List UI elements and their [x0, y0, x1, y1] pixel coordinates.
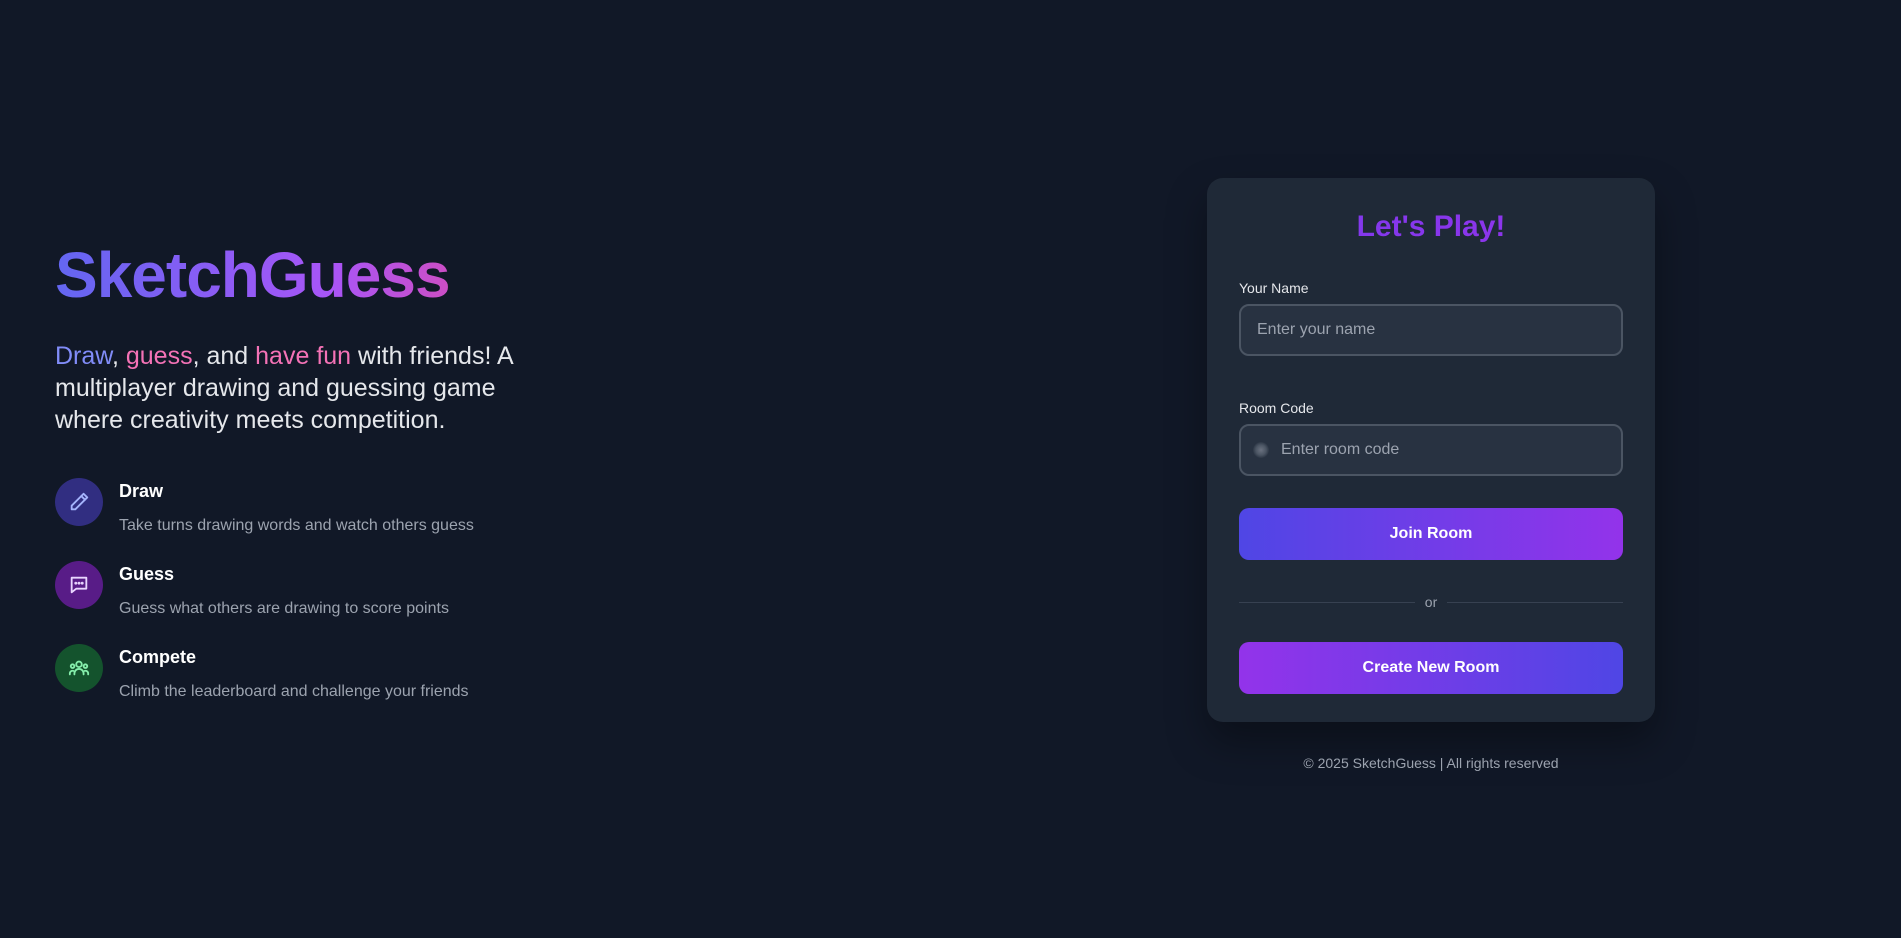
feature-guess: Guess Guess what others are drawing to s…: [55, 561, 555, 618]
tagline-sep2: , and: [192, 342, 256, 371]
landing-page: SketchGuess Draw, guess, and have fun wi…: [0, 0, 1901, 938]
brand-title: SketchGuess: [55, 240, 555, 311]
feature-desc: Climb the leaderboard and challenge your…: [119, 683, 469, 701]
feature-compete: Compete Climb the leaderboard and challe…: [55, 644, 555, 701]
chat-icon: [55, 561, 103, 610]
room-field-group: Room Code: [1239, 400, 1623, 476]
feature-desc: Take turns drawing words and watch other…: [119, 517, 474, 535]
feature-title: Compete: [119, 647, 197, 668]
feature-desc: Guess what others are drawing to score p…: [119, 600, 449, 618]
divider-text: or: [1424, 594, 1438, 610]
tagline-sep1: ,: [111, 342, 126, 371]
name-field-group: Your Name: [1239, 280, 1623, 356]
join-room-button[interactable]: Join Room: [1239, 508, 1623, 560]
card-title: Let's Play!: [1239, 210, 1623, 244]
tagline-guess: guess: [125, 342, 193, 371]
users-icon: [55, 644, 103, 693]
dot-icon: [1253, 442, 1269, 458]
create-room-button[interactable]: Create New Room: [1239, 642, 1623, 694]
feature-draw-text: Draw Take turns drawing words and watch …: [119, 478, 474, 535]
tagline: Draw, guess, and have fun with friends! …: [55, 340, 555, 436]
feature-title: Draw: [119, 481, 164, 502]
feature-compete-text: Compete Climb the leaderboard and challe…: [119, 644, 469, 701]
name-input-wrap: [1239, 304, 1623, 356]
name-label: Your Name: [1239, 280, 1309, 296]
feature-list: Draw Take turns drawing words and watch …: [55, 478, 555, 701]
tagline-fun: have fun: [255, 342, 352, 371]
or-divider: or: [1239, 594, 1623, 610]
hero-section: SketchGuess Draw, guess, and have fun wi…: [55, 240, 555, 727]
pencil-icon: [55, 478, 103, 527]
feature-guess-text: Guess Guess what others are drawing to s…: [119, 561, 449, 618]
name-input[interactable]: [1239, 304, 1623, 356]
feature-draw: Draw Take turns drawing words and watch …: [55, 478, 555, 535]
feature-title: Guess: [119, 564, 175, 585]
room-code-input[interactable]: [1239, 424, 1623, 476]
room-code-label: Room Code: [1239, 400, 1314, 416]
join-card: Let's Play! Your Name Room Code Join Roo…: [1207, 178, 1655, 722]
room-input-wrap: [1239, 424, 1623, 476]
footer: © 2025 SketchGuess | All rights reserved: [1303, 755, 1559, 771]
tagline-draw: Draw: [55, 342, 112, 371]
